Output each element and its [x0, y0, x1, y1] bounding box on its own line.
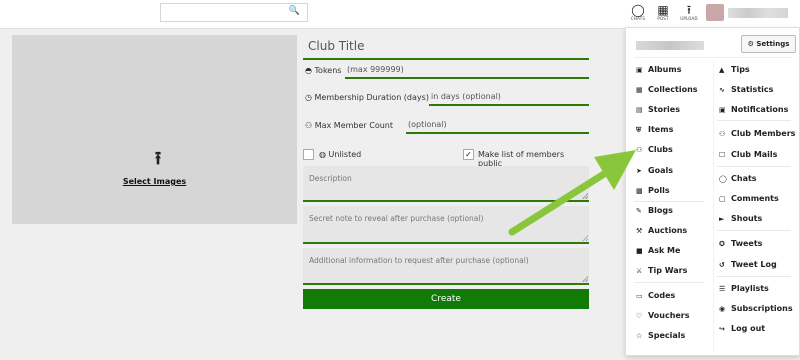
annotation-arrow-icon	[508, 150, 636, 236]
